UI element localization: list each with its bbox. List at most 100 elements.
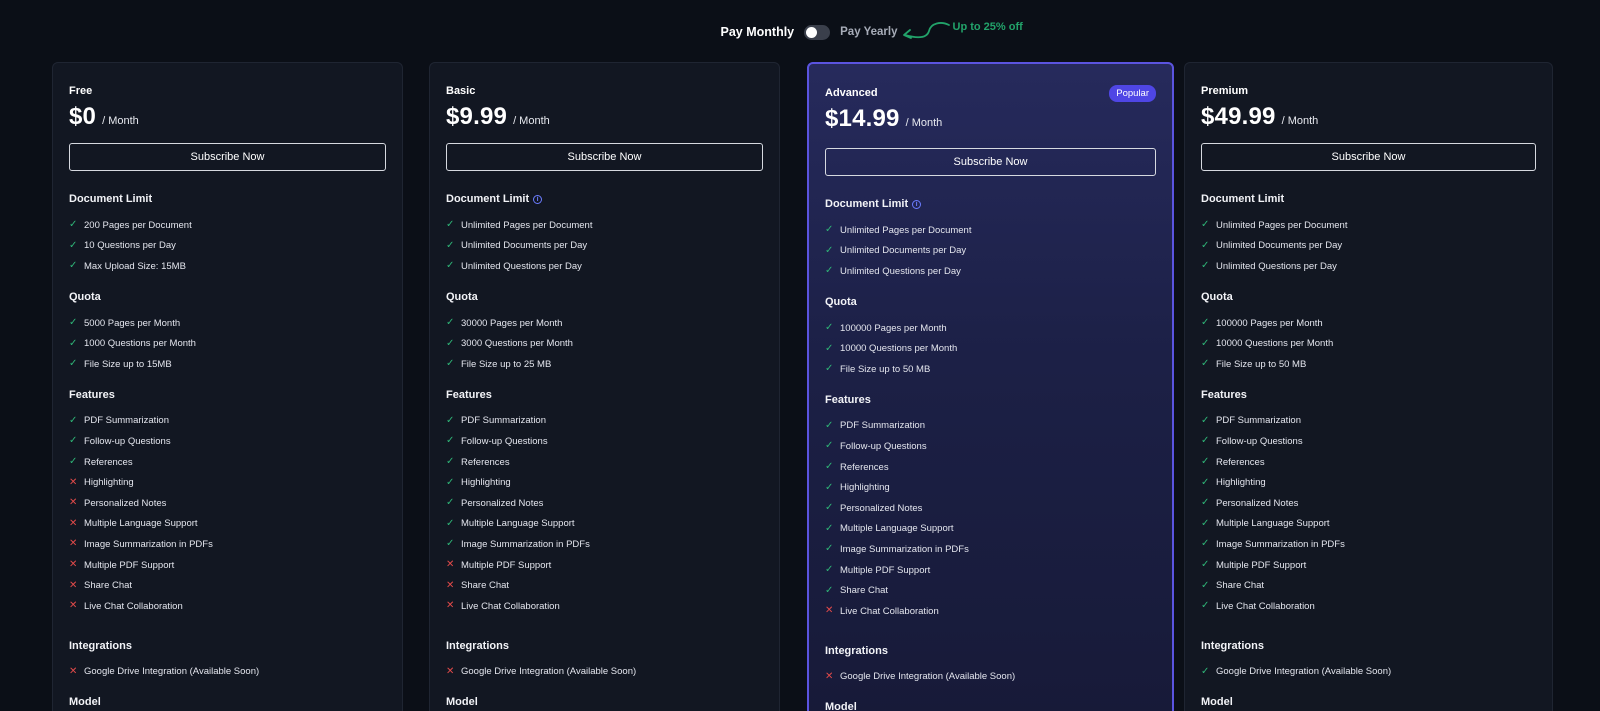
section-title-quota: Quota	[446, 290, 763, 304]
check-icon: ✓	[825, 481, 834, 493]
check-icon: ✓	[446, 358, 455, 370]
feature-label: Personalized Notes	[461, 497, 544, 509]
section-title-text: Features	[446, 388, 492, 401]
cross-icon: ✕	[69, 538, 78, 550]
section-title-integrations: Integrations	[825, 644, 1156, 658]
check-icon: ✓	[69, 358, 78, 370]
list-item: ✓ 10 Questions per Day	[69, 236, 386, 257]
cross-icon: ✕	[446, 600, 455, 612]
feature-label: Multiple Language Support	[84, 518, 198, 530]
check-icon: ✓	[1201, 260, 1210, 272]
cross-icon: ✕	[69, 497, 78, 509]
check-icon: ✓	[446, 260, 455, 272]
check-icon: ✓	[825, 461, 834, 473]
plan-header: Advanced Popular	[825, 84, 1156, 102]
section-title-text: Model	[825, 701, 857, 711]
check-icon: ✓	[69, 219, 78, 231]
feature-label: Live Chat Collaboration	[84, 600, 183, 612]
check-icon: ✓	[446, 435, 455, 447]
feature-label: References	[840, 461, 889, 473]
section-title-text: Document Limit	[1201, 193, 1285, 205]
feature-label: 10000 Questions per Month	[1216, 338, 1334, 350]
pay-monthly-option[interactable]: Pay Monthly	[721, 25, 795, 39]
section-title-document-limit: Document Limit i	[446, 192, 763, 206]
section-title-text: Quota	[446, 290, 478, 303]
list-item: ✓ References	[825, 457, 1156, 478]
feature-list: ✕ Google Drive Integration (Available Soo…	[446, 662, 763, 683]
feature-label: Google Drive Integration (Available Soon…	[840, 671, 1016, 683]
subscribe-button[interactable]: Subscribe Now	[825, 148, 1156, 176]
feature-label: Image Summarization in PDFs	[840, 543, 969, 555]
feature-list: ✓ 100000 Pages per Month ✓ 10000 Questions …	[825, 318, 1156, 380]
list-item: ✕ Google Drive Integration (Available Soo…	[69, 662, 386, 683]
feature-label: Unlimited Documents per Day	[1216, 240, 1343, 252]
check-icon: ✓	[1201, 497, 1210, 509]
curved-arrow-icon	[902, 21, 950, 39]
list-item: ✓ Follow-up Questions	[446, 431, 763, 452]
list-item: ✕ Personalized Notes	[69, 493, 386, 514]
feature-label: References	[84, 456, 133, 468]
price-row: $14.99 / Month	[825, 105, 1156, 135]
list-item: ✓ Share Chat	[825, 580, 1156, 601]
feature-label: 200 Pages per Document	[84, 219, 192, 231]
list-item: ✓ Multiple Language Support	[1201, 514, 1536, 535]
check-icon: ✓	[1201, 517, 1210, 529]
list-item: ✓ 100000 Pages per Month	[825, 318, 1156, 339]
check-icon: ✓	[69, 317, 78, 329]
subscribe-button[interactable]: Subscribe Now	[446, 143, 763, 171]
list-item: ✕ Multiple PDF Support	[69, 555, 386, 576]
price-period: / Month	[102, 115, 139, 127]
info-icon[interactable]: i	[912, 199, 922, 209]
plan-price: $0	[69, 103, 97, 130]
list-item: ✕ Live Chat Collaboration	[446, 596, 763, 617]
section-title-document-limit: Document Limit i	[825, 197, 1156, 211]
feature-label: File Size up to 15MB	[84, 358, 172, 370]
check-icon: ✓	[446, 497, 455, 509]
plan-name: Free	[69, 85, 93, 97]
check-icon: ✓	[825, 584, 834, 596]
feature-label: PDF Summarization	[840, 420, 925, 432]
section-title-features: Features	[1201, 388, 1536, 402]
feature-label: Image Summarization in PDFs	[84, 538, 213, 550]
pay-yearly-option[interactable]: Pay Yearly	[840, 26, 897, 38]
section-title-text: Integrations	[825, 644, 888, 657]
feature-label: Unlimited Questions per Day	[461, 260, 582, 272]
plan-card-premium: Premium $49.99 / Month Subscribe Now Documen…	[1184, 62, 1553, 711]
feature-label: Personalized Notes	[840, 502, 923, 514]
section-title-model: Model	[69, 695, 386, 709]
section-title-text: Model	[69, 696, 101, 709]
feature-label: Unlimited Pages per Document	[1216, 219, 1348, 231]
feature-label: Live Chat Collaboration	[461, 600, 560, 612]
feature-list: ✓ Unlimited Pages per Document ✓ Unlimited …	[1201, 215, 1536, 277]
section-title-model: Model	[1201, 695, 1536, 709]
check-icon: ✓	[1201, 358, 1210, 370]
list-item: ✓ Max Upload Size: 15MB	[69, 256, 386, 277]
feature-label: Multiple PDF Support	[461, 559, 552, 571]
subscribe-button[interactable]: Subscribe Now	[69, 143, 386, 171]
feature-label: Multiple Language Support	[840, 523, 954, 535]
section-title-features: Features	[69, 388, 386, 402]
check-icon: ✓	[446, 456, 455, 468]
feature-label: Live Chat Collaboration	[1216, 600, 1315, 612]
subscribe-button[interactable]: Subscribe Now	[1201, 143, 1536, 171]
plan-name: Advanced	[825, 87, 878, 99]
section-title-text: Document Limit	[69, 193, 153, 205]
section-title-text: Quota	[1201, 290, 1233, 303]
list-item: ✓ Unlimited Pages per Document	[446, 215, 763, 236]
check-icon: ✓	[1201, 435, 1210, 447]
plan-header: Premium	[1201, 83, 1536, 99]
feature-label: References	[1216, 456, 1265, 468]
list-item: ✓ Image Summarization in PDFs	[1201, 534, 1536, 555]
feature-label: Follow-up Questions	[1216, 435, 1303, 447]
feature-list: ✓ PDF Summarization ✓ Follow-up Questions ✓ R…	[446, 411, 763, 617]
list-item: ✓ Unlimited Documents per Day	[446, 236, 763, 257]
info-icon[interactable]: i	[533, 194, 543, 204]
feature-list: ✓ Google Drive Integration (Available Soo…	[1201, 662, 1536, 683]
feature-label: File Size up to 25 MB	[461, 358, 552, 370]
section-title-quota: Quota	[69, 290, 386, 304]
billing-switch[interactable]	[804, 24, 831, 40]
cross-icon: ✕	[69, 476, 78, 488]
check-icon: ✓	[825, 419, 834, 431]
feature-label: Multiple Language Support	[1216, 518, 1330, 530]
list-item: ✓ Follow-up Questions	[69, 431, 386, 452]
